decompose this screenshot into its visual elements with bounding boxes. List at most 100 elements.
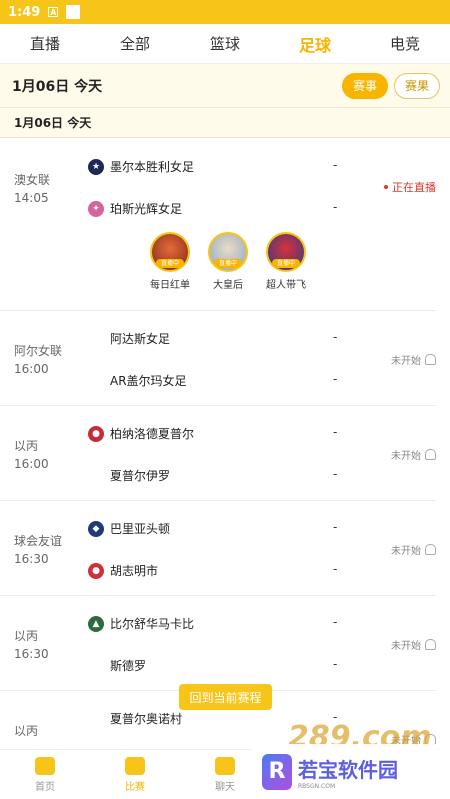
- live-status-label: 正在直播: [392, 181, 436, 194]
- team-logo-icon: ●: [88, 425, 104, 442]
- streamer-card[interactable]: 直播中 每日红单: [146, 232, 194, 291]
- chat-icon: [215, 756, 235, 775]
- home-icon: [35, 756, 55, 775]
- league-info: 以丙 16:30: [14, 627, 49, 663]
- status-label: 未开始: [391, 356, 421, 367]
- streamer-list: 直播中 每日红单 直播中 大皇后 直播中 超人带飞: [146, 232, 310, 291]
- bell-icon[interactable]: [425, 544, 436, 555]
- watermark-sub: RBSGN.COM: [298, 782, 336, 790]
- date-selector[interactable]: 1月06日 今天: [12, 76, 336, 96]
- avatar: 直播中: [150, 232, 190, 272]
- home-team: ★ 墨尔本胜利女足: [88, 158, 194, 175]
- home-team-name: 夏普尔奥诺村: [110, 712, 183, 726]
- avatar: 直播中: [266, 232, 306, 272]
- away-score: -: [333, 372, 338, 386]
- away-team: 夏普尔伊罗: [88, 467, 170, 484]
- team-logo-icon: ✦: [88, 200, 104, 217]
- match-row[interactable]: 以丙 16:00 ● 柏纳洛德夏普尔 夏普尔伊罗 - - 未开始: [0, 406, 436, 501]
- home-team-name: 墨尔本胜利女足: [110, 160, 195, 174]
- league-name: 球会友谊: [14, 534, 63, 548]
- match-time: 16:30: [14, 552, 49, 566]
- bell-icon[interactable]: [425, 449, 436, 460]
- away-team: AR盖尔玛女足: [88, 372, 187, 389]
- match-row[interactable]: 阿尔女联 16:00 阿达斯女足 AR盖尔玛女足 - - 未开始: [0, 311, 436, 406]
- match-time: 16:00: [14, 457, 49, 471]
- home-score: -: [333, 615, 338, 629]
- status-label: 未开始: [391, 451, 421, 462]
- results-button[interactable]: 赛果: [393, 72, 440, 99]
- home-team-name: 比尔舒华马卡比: [110, 617, 195, 631]
- streamer-card[interactable]: 直播中 超人带飞: [262, 232, 310, 291]
- bell-icon[interactable]: [425, 639, 436, 650]
- away-team-name: 夏普尔伊罗: [110, 469, 171, 483]
- home-team: 夏普尔奥诺村: [88, 710, 182, 727]
- tab-esports[interactable]: 电竞: [360, 33, 450, 54]
- nav-matches[interactable]: 比赛: [90, 750, 180, 799]
- streamer-card[interactable]: 直播中 大皇后: [204, 232, 252, 291]
- status-bar: 1:49 A: [0, 0, 450, 24]
- watermark-brand: 若宝软件园: [298, 757, 398, 782]
- home-team-name: 巴里亚头顿: [110, 522, 171, 536]
- match-row[interactable]: 以丙 16:30 ▲ 比尔舒华马卡比 斯德罗 - - 未开始: [0, 596, 436, 691]
- league-name: 以丙: [14, 439, 39, 453]
- status-label: 未开始: [391, 546, 421, 557]
- home-score: -: [333, 425, 338, 439]
- live-status[interactable]: 正在直播: [384, 179, 436, 195]
- home-team: ▲ 比尔舒华马卡比: [88, 615, 194, 632]
- match-time: 16:00: [14, 362, 49, 376]
- match-status: 未开始: [391, 637, 436, 652]
- away-team-name: 胡志明市: [110, 564, 159, 578]
- away-team-name: 珀斯光辉女足: [110, 202, 183, 216]
- league-info: 澳女联 14:05: [14, 171, 50, 207]
- back-to-current-button[interactable]: 回到当前赛程: [179, 684, 272, 710]
- status-label: 未开始: [391, 641, 421, 652]
- away-team: ✦ 珀斯光辉女足: [88, 200, 182, 217]
- bell-icon[interactable]: [425, 354, 436, 365]
- league-name: 以丙: [14, 629, 39, 643]
- away-team: ● 胡志明市: [88, 562, 158, 579]
- sport-tabs: 直播 全部 篮球 足球 电竞: [0, 24, 450, 64]
- tab-all[interactable]: 全部: [90, 33, 180, 54]
- nav-home[interactable]: 首页: [0, 750, 90, 799]
- league-name: 阿尔女联: [14, 344, 63, 358]
- away-score: -: [333, 200, 338, 214]
- notification-icon: A: [48, 7, 59, 17]
- away-team: 斯德罗: [88, 657, 146, 674]
- section-date-header: 1月06日 今天: [0, 108, 450, 138]
- away-team-name: AR盖尔玛女足: [110, 374, 187, 388]
- streamer-name: 超人带飞: [266, 280, 306, 291]
- team-logo-icon: ◆: [88, 520, 104, 537]
- home-score: -: [333, 520, 338, 534]
- away-score: -: [333, 657, 338, 671]
- streamer-name: 每日红单: [150, 280, 190, 291]
- streamer-name: 大皇后: [213, 280, 243, 291]
- match-list[interactable]: 澳女联 14:05 ★ 墨尔本胜利女足 ✦ 珀斯光辉女足 - - 正在直播 阿尔…: [0, 139, 450, 749]
- team-logo-icon: ▲: [88, 615, 104, 632]
- avatar: 直播中: [208, 232, 248, 272]
- home-team-name: 阿达斯女足: [110, 332, 171, 346]
- match-status: 未开始: [391, 447, 436, 462]
- away-score: -: [333, 467, 338, 481]
- league-name: 澳女联: [14, 173, 51, 187]
- home-score: -: [333, 330, 338, 344]
- league-info: 以丙: [14, 722, 38, 740]
- team-logo-icon: ●: [88, 562, 104, 579]
- tab-basketball[interactable]: 篮球: [180, 33, 270, 54]
- league-name: 以丙: [14, 724, 39, 738]
- match-row[interactable]: 球会友谊 16:30 ◆ 巴里亚头顿 ● 胡志明市 - - 未开始: [0, 501, 436, 596]
- watermark-logo-icon: R: [262, 753, 292, 790]
- match-time: 16:30: [14, 647, 49, 661]
- match-status: 未开始: [391, 542, 436, 557]
- live-dot-icon: [384, 185, 388, 189]
- away-score: -: [333, 562, 338, 576]
- home-team-name: 柏纳洛德夏普尔: [110, 427, 195, 441]
- events-button[interactable]: 赛事: [341, 72, 388, 99]
- tab-football[interactable]: 足球: [270, 32, 360, 56]
- home-score: -: [333, 158, 338, 172]
- away-team-name: 斯德罗: [110, 659, 147, 673]
- tab-live[interactable]: 直播: [0, 33, 90, 54]
- home-team: ● 柏纳洛德夏普尔: [88, 425, 194, 442]
- home-team: ◆ 巴里亚头顿: [88, 520, 170, 537]
- match-time: 14:05: [14, 191, 49, 205]
- team-logo-icon: ★: [88, 158, 104, 175]
